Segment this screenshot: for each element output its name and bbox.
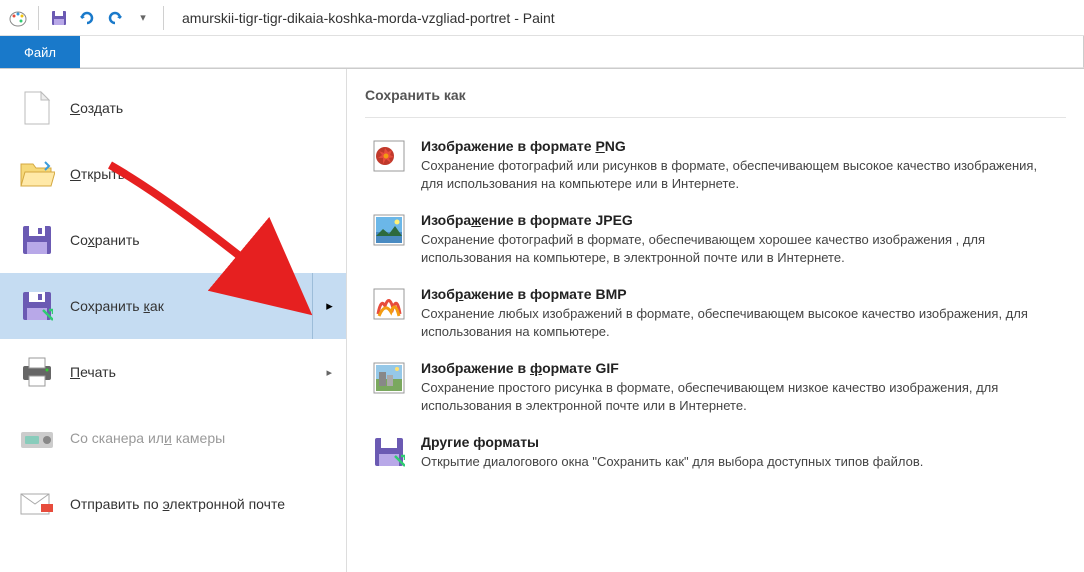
open-folder-icon <box>18 155 56 193</box>
format-item-bmp[interactable]: Изображение в формате BMP Сохранение люб… <box>365 276 1066 350</box>
submenu-arrow-icon: ▸ <box>326 366 332 379</box>
format-title: Изображение в формате PNG <box>421 138 1060 154</box>
menu-item-save[interactable]: Сохранить <box>0 207 346 273</box>
separator <box>38 6 39 30</box>
gif-format-icon <box>371 360 407 396</box>
menu-item-open[interactable]: Открыть <box>0 141 346 207</box>
file-menu: Создать Открыть Сохранить <box>0 68 1084 572</box>
format-desc: Сохранение любых изображений в формате, … <box>421 305 1060 340</box>
file-menu-left: Создать Открыть Сохранить <box>0 69 347 572</box>
format-title: Изображение в формате BMP <box>421 286 1060 302</box>
save-as-icon <box>18 287 56 325</box>
menu-label: Открыть <box>70 166 125 182</box>
format-text: Изображение в формате PNG Сохранение фот… <box>421 138 1060 192</box>
menu-label: Отправить по электронной почте <box>70 496 285 512</box>
redo-button[interactable] <box>101 4 129 32</box>
format-title: Изображение в формате JPEG <box>421 212 1060 228</box>
format-title: Другие форматы <box>421 434 1060 450</box>
ribbon: Файл <box>0 36 1084 68</box>
format-item-jpeg[interactable]: Изображение в формате JPEG Сохранение фо… <box>365 202 1066 276</box>
menu-label: Сохранить как <box>70 298 164 314</box>
format-text: Другие форматы Открытие диалогового окна… <box>421 434 1060 471</box>
menu-item-email[interactable]: Отправить по электронной почте <box>0 471 346 537</box>
menu-item-scanner: Со сканера или камеры <box>0 405 346 471</box>
menu-label: Сохранить <box>70 232 140 248</box>
menu-label: Со сканера или камеры <box>70 430 225 446</box>
menu-item-print[interactable]: Печать ▸ <box>0 339 346 405</box>
menu-item-save-as[interactable]: Сохранить как ▸ <box>0 273 346 339</box>
print-icon <box>18 353 56 391</box>
file-tab[interactable]: Файл <box>0 36 80 68</box>
format-item-gif[interactable]: Изображение в формате GIF Сохранение про… <box>365 350 1066 424</box>
undo-button[interactable] <box>73 4 101 32</box>
customize-qa-dropdown[interactable]: ▾ <box>129 4 157 32</box>
menu-item-create[interactable]: Создать <box>0 75 346 141</box>
email-icon <box>18 485 56 523</box>
save-as-header: Сохранить как <box>365 81 1066 118</box>
window-title: amurskii-tigr-tigr-dikaia-koshka-morda-v… <box>182 10 555 26</box>
separator <box>163 6 164 30</box>
jpeg-format-icon <box>371 212 407 248</box>
menu-label: Создать <box>70 100 123 116</box>
format-text: Изображение в формате BMP Сохранение люб… <box>421 286 1060 340</box>
format-desc: Сохранение фотографий или рисунков в фор… <box>421 157 1060 192</box>
format-item-other[interactable]: Другие форматы Открытие диалогового окна… <box>365 424 1066 481</box>
format-text: Изображение в формате JPEG Сохранение фо… <box>421 212 1060 266</box>
format-desc: Сохранение фотографий в формате, обеспеч… <box>421 231 1060 266</box>
other-format-icon <box>371 434 407 470</box>
png-format-icon <box>371 138 407 174</box>
format-desc: Сохранение простого рисунка в формате, о… <box>421 379 1060 414</box>
save-icon <box>18 221 56 259</box>
paint-app-icon <box>8 8 28 28</box>
save-as-panel: Сохранить как Изображение в формате PNG … <box>347 69 1084 572</box>
format-desc: Открытие диалогового окна "Сохранить как… <box>421 453 1060 471</box>
file-tab-label: Файл <box>24 45 56 60</box>
new-file-icon <box>18 89 56 127</box>
format-title: Изображение в формате GIF <box>421 360 1060 376</box>
format-item-png[interactable]: Изображение в формате PNG Сохранение фот… <box>365 128 1066 202</box>
format-text: Изображение в формате GIF Сохранение про… <box>421 360 1060 414</box>
scanner-icon <box>18 419 56 457</box>
titlebar: ▾ amurskii-tigr-tigr-dikaia-koshka-morda… <box>0 0 1084 36</box>
submenu-arrow-icon: ▸ <box>312 273 346 339</box>
bmp-format-icon <box>371 286 407 322</box>
ribbon-empty <box>80 36 1084 68</box>
menu-label: Печать <box>70 364 116 380</box>
save-qa-button[interactable] <box>45 4 73 32</box>
